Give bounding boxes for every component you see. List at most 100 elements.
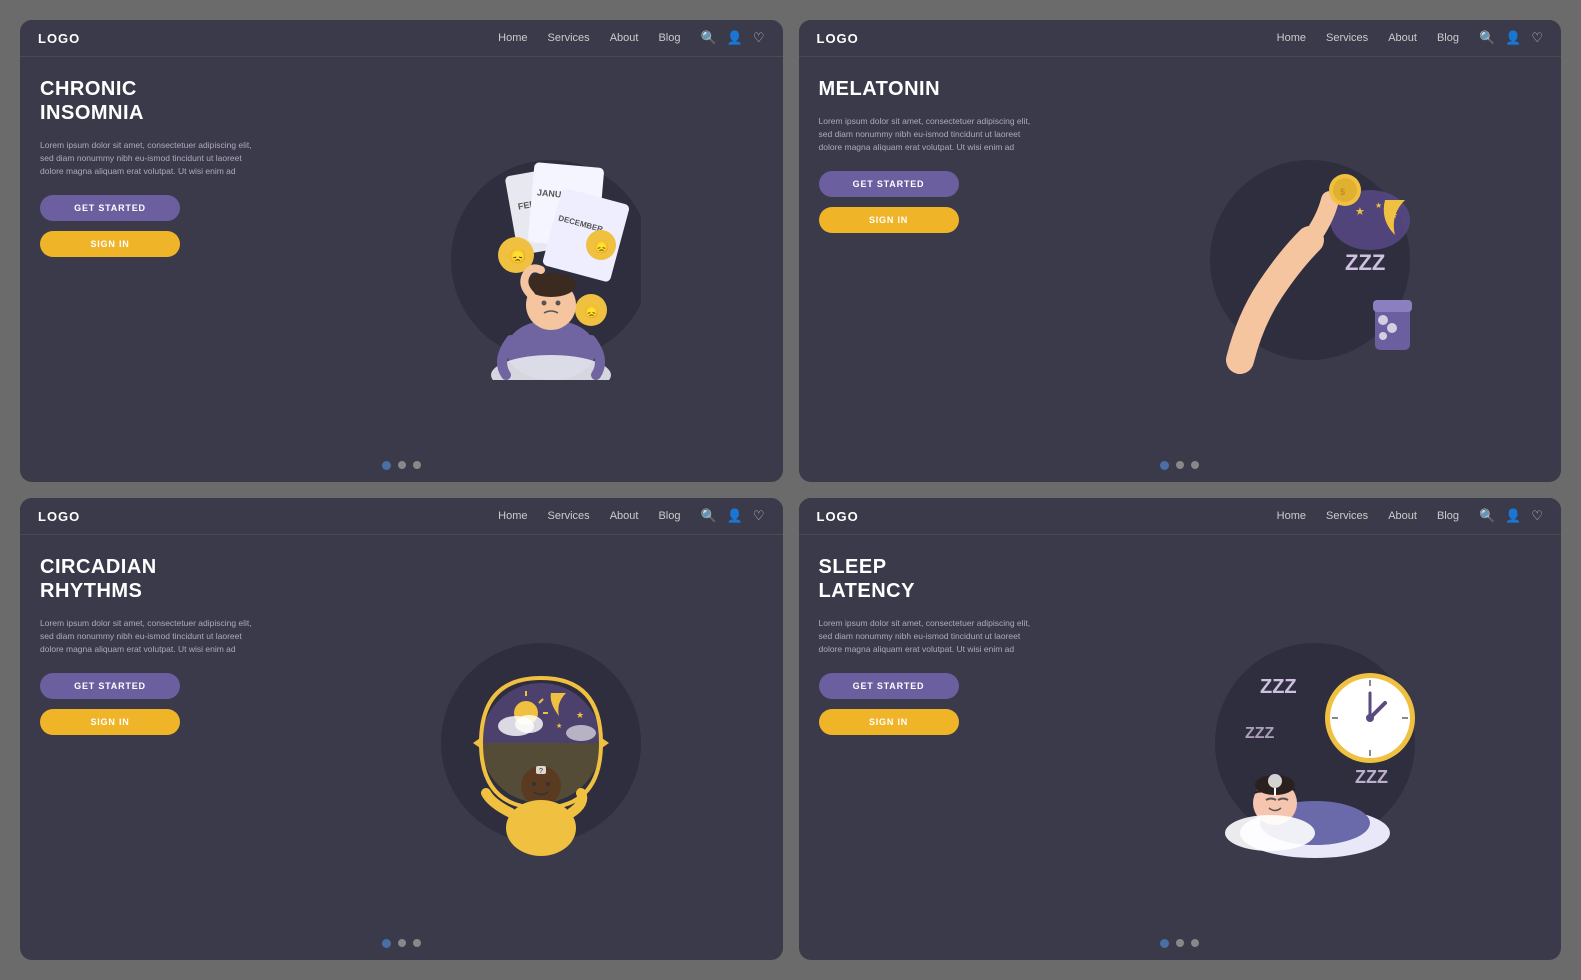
left-content-3: CIRCADIANRHYTHMS Lorem ipsum dolor sit a…: [40, 555, 260, 921]
user-icon-1[interactable]: 👤: [727, 30, 743, 46]
search-icon-2[interactable]: 🔍: [1479, 30, 1495, 46]
get-started-btn-4[interactable]: GET STARTED: [819, 673, 959, 699]
dots-3: [20, 931, 783, 960]
heart-icon-3[interactable]: ♡: [753, 508, 765, 524]
circadian-svg: ★ ★: [381, 618, 641, 858]
nav-blog-1[interactable]: Blog: [658, 32, 680, 44]
content-3: CIRCADIANRHYTHMS Lorem ipsum dolor sit a…: [20, 535, 783, 931]
svg-text:?: ?: [539, 768, 543, 775]
nav-blog-3[interactable]: Blog: [658, 510, 680, 522]
dot-1-3[interactable]: [413, 461, 421, 469]
navbar-1: LOGO Home Services About Blog 🔍 👤 ♡: [20, 20, 783, 57]
left-content-2: MELATONIN Lorem ipsum dolor sit amet, co…: [819, 77, 1039, 443]
nav-links-3: Home Services About Blog: [498, 510, 680, 522]
navbar-4: LOGO Home Services About Blog 🔍 👤 ♡: [799, 498, 1562, 535]
nav-blog-4[interactable]: Blog: [1437, 510, 1459, 522]
nav-home-1[interactable]: Home: [498, 32, 527, 44]
nav-home-3[interactable]: Home: [498, 510, 527, 522]
nav-blog-2[interactable]: Blog: [1437, 32, 1459, 44]
dot-2-1[interactable]: [1160, 461, 1169, 470]
logo-4: LOGO: [817, 509, 859, 524]
svg-text:★: ★: [1355, 206, 1365, 218]
user-icon-4[interactable]: 👤: [1505, 508, 1521, 524]
content-2: MELATONIN Lorem ipsum dolor sit amet, co…: [799, 57, 1562, 453]
nav-about-1[interactable]: About: [610, 32, 639, 44]
nav-links-1: Home Services About Blog: [498, 32, 680, 44]
svg-text:😞: 😞: [594, 240, 609, 254]
dot-4-1[interactable]: [1160, 939, 1169, 948]
svg-text:$: $: [1340, 187, 1345, 197]
dot-1-1[interactable]: [382, 461, 391, 470]
card-chronic-insomnia: LOGO Home Services About Blog 🔍 👤 ♡ CHRO…: [20, 20, 783, 482]
left-content-4: SLEEPLATENCY Lorem ipsum dolor sit amet,…: [819, 555, 1039, 921]
dots-2: [799, 453, 1562, 482]
logo-3: LOGO: [38, 509, 80, 524]
svg-text:ZZZ: ZZZ: [1245, 725, 1275, 742]
nav-links-2: Home Services About Blog: [1277, 32, 1459, 44]
navbar-2: LOGO Home Services About Blog 🔍 👤 ♡: [799, 20, 1562, 57]
melatonin-svg: ★ ★ ★ ZZZ: [1160, 140, 1420, 380]
title-1: CHRONICINSOMNIA: [40, 77, 260, 125]
sign-in-btn-3[interactable]: SIGN IN: [40, 709, 180, 735]
nav-home-4[interactable]: Home: [1277, 510, 1306, 522]
nav-links-4: Home Services About Blog: [1277, 510, 1459, 522]
nav-home-2[interactable]: Home: [1277, 32, 1306, 44]
search-icon-3[interactable]: 🔍: [700, 508, 716, 524]
title-2: MELATONIN: [819, 77, 1039, 101]
left-content-1: CHRONICINSOMNIA Lorem ipsum dolor sit am…: [40, 77, 260, 443]
dot-3-3[interactable]: [413, 939, 421, 947]
user-icon-3[interactable]: 👤: [727, 508, 743, 524]
body-1: Lorem ipsum dolor sit amet, consectetuer…: [40, 139, 260, 177]
nav-icons-1: 🔍 👤 ♡: [700, 30, 764, 46]
svg-text:★: ★: [1375, 201, 1382, 210]
insomnia-svg: FEBRUARY JANUARY DECEMBER 😞 😞 😞: [381, 140, 641, 380]
sign-in-btn-4[interactable]: SIGN IN: [819, 709, 959, 735]
nav-services-4[interactable]: Services: [1326, 510, 1368, 522]
heart-icon-2[interactable]: ♡: [1531, 30, 1543, 46]
svg-text:★: ★: [576, 710, 584, 720]
sign-in-btn-2[interactable]: SIGN IN: [819, 207, 959, 233]
dot-3-1[interactable]: [382, 939, 391, 948]
nav-services-1[interactable]: Services: [548, 32, 590, 44]
body-4: Lorem ipsum dolor sit amet, consectetuer…: [819, 617, 1039, 655]
card-melatonin: LOGO Home Services About Blog 🔍 👤 ♡ MELA…: [799, 20, 1562, 482]
nav-services-2[interactable]: Services: [1326, 32, 1368, 44]
nav-about-2[interactable]: About: [1388, 32, 1417, 44]
sign-in-btn-1[interactable]: SIGN IN: [40, 231, 180, 257]
nav-icons-3: 🔍 👤 ♡: [700, 508, 764, 524]
logo-2: LOGO: [817, 31, 859, 46]
user-icon-2[interactable]: 👤: [1505, 30, 1521, 46]
get-started-btn-3[interactable]: GET STARTED: [40, 673, 180, 699]
nav-services-3[interactable]: Services: [548, 510, 590, 522]
get-started-btn-2[interactable]: GET STARTED: [819, 171, 959, 197]
dots-4: [799, 931, 1562, 960]
dot-2-3[interactable]: [1191, 461, 1199, 469]
dot-4-3[interactable]: [1191, 939, 1199, 947]
nav-icons-4: 🔍 👤 ♡: [1479, 508, 1543, 524]
svg-text:★: ★: [556, 722, 562, 730]
svg-text:ZZZ: ZZZ: [1355, 767, 1388, 787]
svg-text:😞: 😞: [584, 305, 599, 319]
dot-1-2[interactable]: [398, 461, 406, 469]
dot-4-2[interactable]: [1176, 939, 1184, 947]
svg-text:ZZZ: ZZZ: [1345, 250, 1385, 275]
illustration-1: FEBRUARY JANUARY DECEMBER 😞 😞 😞: [260, 77, 763, 443]
search-icon-4[interactable]: 🔍: [1479, 508, 1495, 524]
dot-2-2[interactable]: [1176, 461, 1184, 469]
illustration-2: ★ ★ ★ ZZZ: [1039, 77, 1542, 443]
search-icon-1[interactable]: 🔍: [700, 30, 716, 46]
nav-icons-2: 🔍 👤 ♡: [1479, 30, 1543, 46]
dot-3-2[interactable]: [398, 939, 406, 947]
heart-icon-4[interactable]: ♡: [1531, 508, 1543, 524]
heart-icon-1[interactable]: ♡: [753, 30, 765, 46]
get-started-btn-1[interactable]: GET STARTED: [40, 195, 180, 221]
main-grid: LOGO Home Services About Blog 🔍 👤 ♡ CHRO…: [0, 0, 1581, 980]
content-1: CHRONICINSOMNIA Lorem ipsum dolor sit am…: [20, 57, 783, 453]
card-sleep-latency: LOGO Home Services About Blog 🔍 👤 ♡ SLEE…: [799, 498, 1562, 960]
nav-about-3[interactable]: About: [610, 510, 639, 522]
logo-1: LOGO: [38, 31, 80, 46]
svg-text:ZZZ: ZZZ: [1260, 676, 1297, 698]
body-3: Lorem ipsum dolor sit amet, consectetuer…: [40, 617, 260, 655]
nav-about-4[interactable]: About: [1388, 510, 1417, 522]
illustration-3: ★ ★: [260, 555, 763, 921]
